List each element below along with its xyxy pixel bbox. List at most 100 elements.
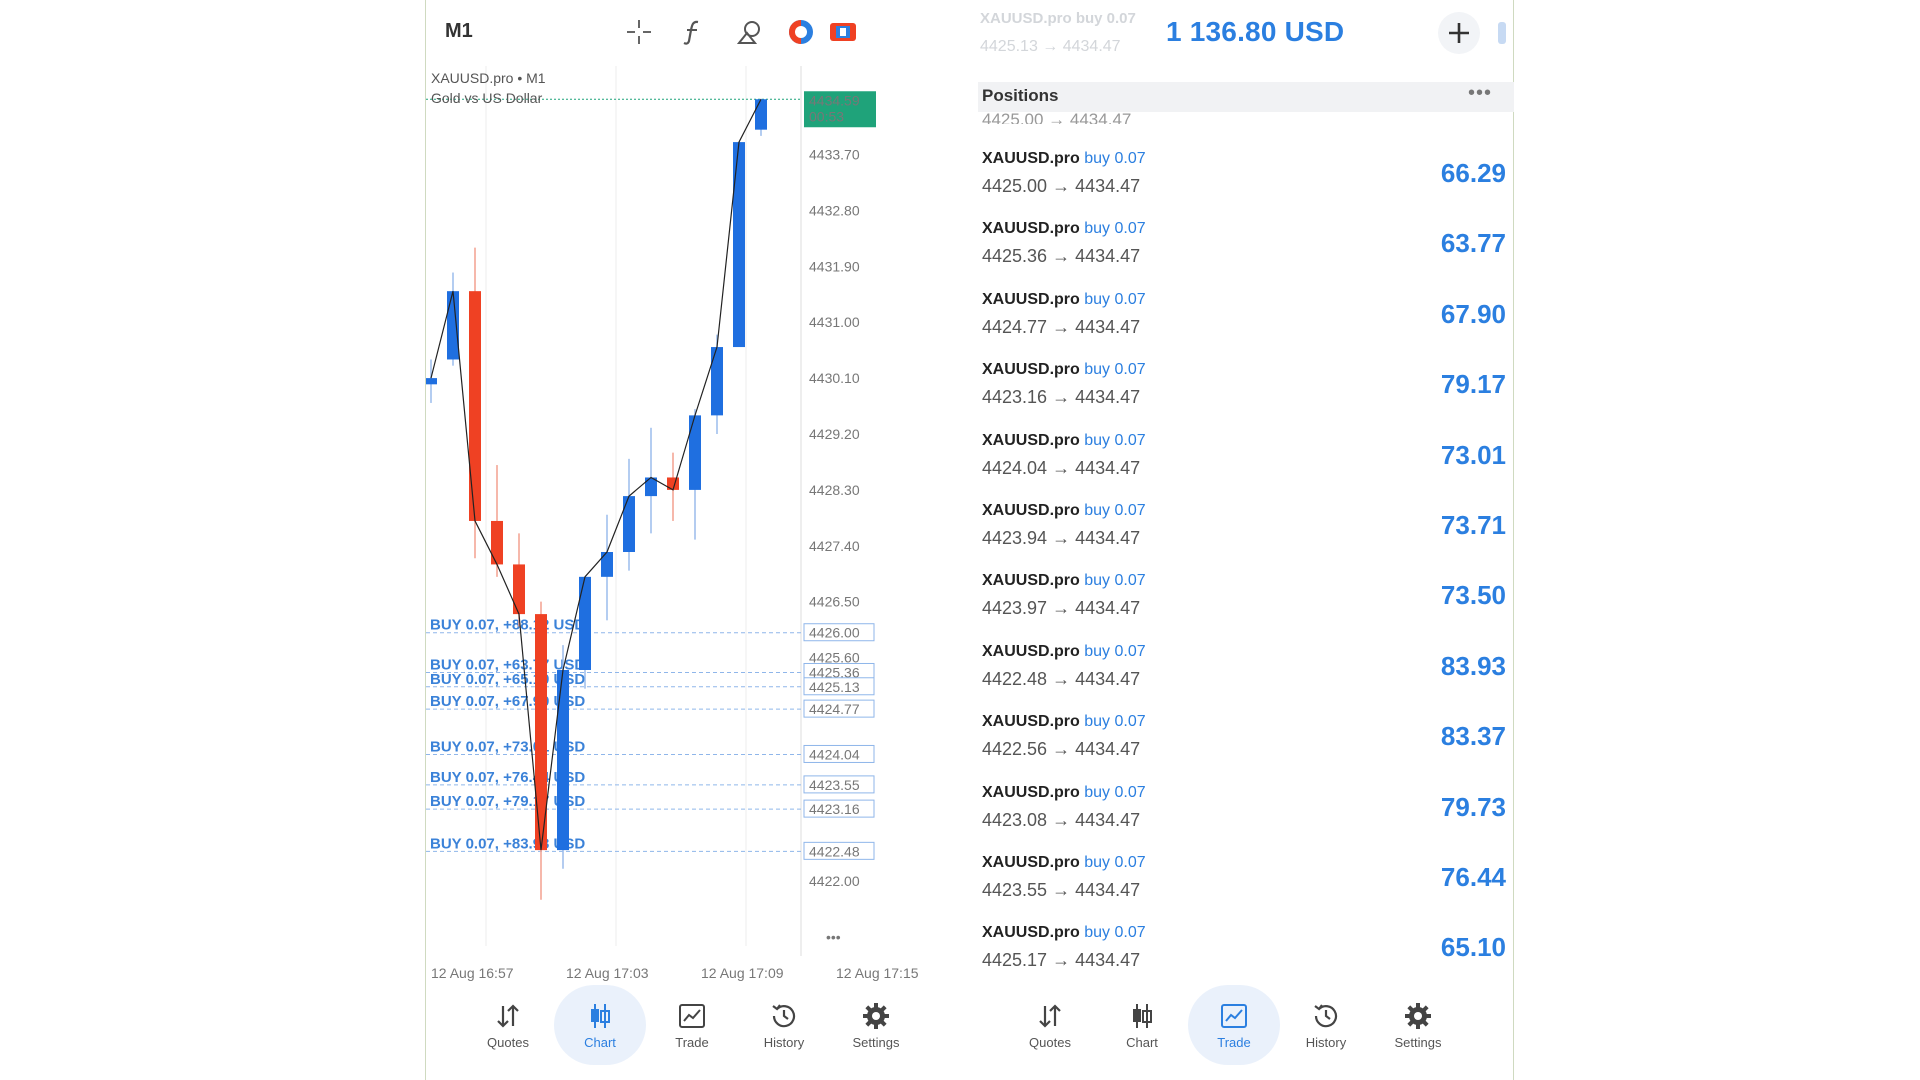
nav-history[interactable]: History xyxy=(1280,985,1372,1065)
price-tick-label: 4428.30 xyxy=(809,482,860,498)
header-ghost-prices: 4425.13 → 4434.47 xyxy=(980,38,1121,55)
header-ghost-symbol: XAUUSD.pro buy 0.07 xyxy=(980,10,1136,27)
position-side: buy 0.07 xyxy=(1084,853,1146,871)
position-symbol-name: XAUUSD.pro xyxy=(982,572,1080,590)
nav-label: Trade xyxy=(1217,1034,1251,1050)
nav-trade[interactable]: Trade xyxy=(646,985,738,1065)
position-row[interactable]: XAUUSD.pro buy 0.07 4423.97 → 4434.47 73.5… xyxy=(978,570,1514,640)
position-prices: 4423.08 → 4434.47 xyxy=(982,809,1141,830)
nav-label: Settings xyxy=(1394,1034,1442,1050)
position-row[interactable]: XAUUSD.pro buy 0.07 4425.17 → 4434.47 65.1… xyxy=(978,922,1514,992)
position-row[interactable]: XAUUSD.pro buy 0.07 4423.08 → 4434.47 79.7… xyxy=(978,782,1514,852)
price-tick-label: 4429.20 xyxy=(809,426,860,442)
position-symbol-name: XAUUSD.pro xyxy=(982,431,1080,449)
order-level-price: 4422.48 xyxy=(809,843,860,859)
position-row[interactable]: XAUUSD.pro buy 0.07 4423.16 → 4434.47 79.1… xyxy=(978,359,1514,429)
object-icon[interactable] xyxy=(733,15,767,49)
order-level-price: 4424.77 xyxy=(809,701,860,717)
order-level-price: 4424.04 xyxy=(809,746,860,762)
plus-icon xyxy=(1449,23,1469,43)
edge-indicator xyxy=(1498,22,1506,44)
crosshair-icon[interactable] xyxy=(622,15,656,49)
order-level-label: BUY 0.07, +88.12 USD xyxy=(430,617,585,634)
trade-header: XAUUSD.pro buy 0.07 4425.13 → 4434.47 1 … xyxy=(978,0,1514,68)
candle-body xyxy=(623,496,635,552)
timeframe-selector[interactable]: M1 xyxy=(445,20,473,43)
quotes-icon xyxy=(493,1001,523,1031)
order-level-price: 4423.16 xyxy=(809,801,860,817)
candle-body xyxy=(755,99,767,130)
price-tick-label: 4425.60 xyxy=(809,650,860,666)
position-symbol: XAUUSD.pro buy 0.07 xyxy=(982,643,1146,661)
price-chart[interactable]: BUY 0.07, +88.12 USD 4426.00 BUY 0.07, +63… xyxy=(426,66,979,981)
position-row[interactable]: XAUUSD.pro buy 0.07 4424.77 → 4434.47 67.9… xyxy=(978,289,1514,359)
candlestick-chart[interactable]: BUY 0.07, +88.12 USD 4426.00BUY 0.07, +63… xyxy=(426,66,979,986)
price-tick-label: 4433.70 xyxy=(809,147,860,163)
nav-label: Quotes xyxy=(1029,1034,1071,1050)
nav-settings[interactable]: Settings xyxy=(1372,985,1464,1065)
settings-icon xyxy=(861,1001,891,1031)
position-symbol: XAUUSD.pro buy 0.07 xyxy=(982,291,1146,309)
nav-settings[interactable]: Settings xyxy=(830,985,922,1065)
nav-label: Chart xyxy=(584,1034,616,1050)
candle-body xyxy=(689,415,701,490)
chart-description: Gold vs US Dollar xyxy=(431,90,543,106)
account-balance[interactable]: 1 136.80 USD xyxy=(1166,16,1344,48)
candle-body xyxy=(601,552,613,577)
position-symbol: XAUUSD.pro buy 0.07 xyxy=(982,572,1146,590)
position-row[interactable]: XAUUSD.pro buy 0.07 4424.04 → 4434.47 73.0… xyxy=(978,430,1514,500)
position-profit: 65.10 xyxy=(1440,932,1506,963)
position-row[interactable]: XAUUSD.pro buy 0.07 4425.36 → 4434.47 63.7… xyxy=(978,218,1514,288)
price-tick-label: 4426.50 xyxy=(809,594,860,610)
candle-body xyxy=(579,576,591,670)
position-prices: 4425.00 → 4434.47 xyxy=(982,176,1141,196)
position-symbol-name: XAUUSD.pro xyxy=(982,290,1080,308)
position-row[interactable]: XAUUSD.pro buy 0.07 4422.48 → 4434.47 83.9… xyxy=(978,641,1514,711)
candle-body xyxy=(513,564,525,615)
position-symbol-name: XAUUSD.pro xyxy=(982,853,1080,871)
position-profit: 66.29 xyxy=(1440,158,1506,188)
candle-body xyxy=(426,378,437,385)
position-row[interactable]: XAUUSD.pro buy 0.07 4425.00 → 4434.47 66.2… xyxy=(978,148,1514,218)
nav-quotes[interactable]: Quotes xyxy=(1004,985,1096,1065)
position-symbol-name: XAUUSD.pro xyxy=(982,783,1080,801)
positions-title: Positions xyxy=(982,86,1059,105)
time-tick-label: 12 Aug 17:03 xyxy=(566,965,649,981)
position-prices: 4423.94 → 4434.47 xyxy=(982,527,1141,548)
position-side: buy 0.07 xyxy=(1084,713,1146,731)
position-symbol-name: XAUUSD.pro xyxy=(982,150,1080,167)
position-side: buy 0.07 xyxy=(1084,924,1146,942)
position-side: buy 0.07 xyxy=(1084,431,1146,449)
bottom-nav: Quotes Chart Trade History Settings xyxy=(1004,985,1464,1065)
function-icon[interactable] xyxy=(676,15,710,49)
order-level-price: 4426.00 xyxy=(809,625,860,641)
nav-chart[interactable]: Chart xyxy=(554,985,646,1065)
nav-trade[interactable]: Trade xyxy=(1188,985,1280,1065)
position-profit: 73.71 xyxy=(1440,509,1506,540)
nav-chart[interactable]: Chart xyxy=(1096,985,1188,1065)
theme-icon[interactable] xyxy=(784,15,818,49)
candle-body xyxy=(447,291,459,360)
position-symbol: XAUUSD.pro buy 0.07 xyxy=(982,713,1146,731)
position-side: buy 0.07 xyxy=(1084,290,1146,308)
position-side: buy 0.07 xyxy=(1084,642,1146,660)
candle-body xyxy=(469,291,481,521)
nav-history[interactable]: History xyxy=(738,985,830,1065)
position-prices: 4423.55 → 4434.47 xyxy=(982,879,1141,900)
position-row[interactable]: XAUUSD.pro buy 0.07 4422.56 → 4434.47 83.3… xyxy=(978,711,1514,781)
position-side: buy 0.07 xyxy=(1084,501,1146,519)
position-prices: 4424.77 → 4434.47 xyxy=(982,316,1141,337)
chart-type-icon[interactable] xyxy=(826,15,860,49)
position-symbol: XAUUSD.pro buy 0.07 xyxy=(982,150,1146,168)
positions-more-button[interactable]: ••• xyxy=(1468,82,1492,105)
position-row[interactable]: XAUUSD.pro buy 0.07 4423.94 → 4434.47 73.7… xyxy=(978,500,1514,570)
price-tick-label: 4430.10 xyxy=(809,370,860,386)
chart-panel: M1 BUY 0.07, +88.12 USD 4426.00 BUY 0.07, … xyxy=(425,0,978,1080)
chart-toolbar: M1 xyxy=(426,0,979,66)
partial-position-row: 4425.00 → 4434.47 xyxy=(982,110,1132,124)
trade-icon xyxy=(677,1001,707,1031)
position-row[interactable]: XAUUSD.pro buy 0.07 4423.55 → 4434.47 76.4… xyxy=(978,852,1514,922)
nav-label: Trade xyxy=(675,1034,709,1050)
nav-quotes[interactable]: Quotes xyxy=(462,985,554,1065)
new-order-button[interactable] xyxy=(1438,12,1480,54)
